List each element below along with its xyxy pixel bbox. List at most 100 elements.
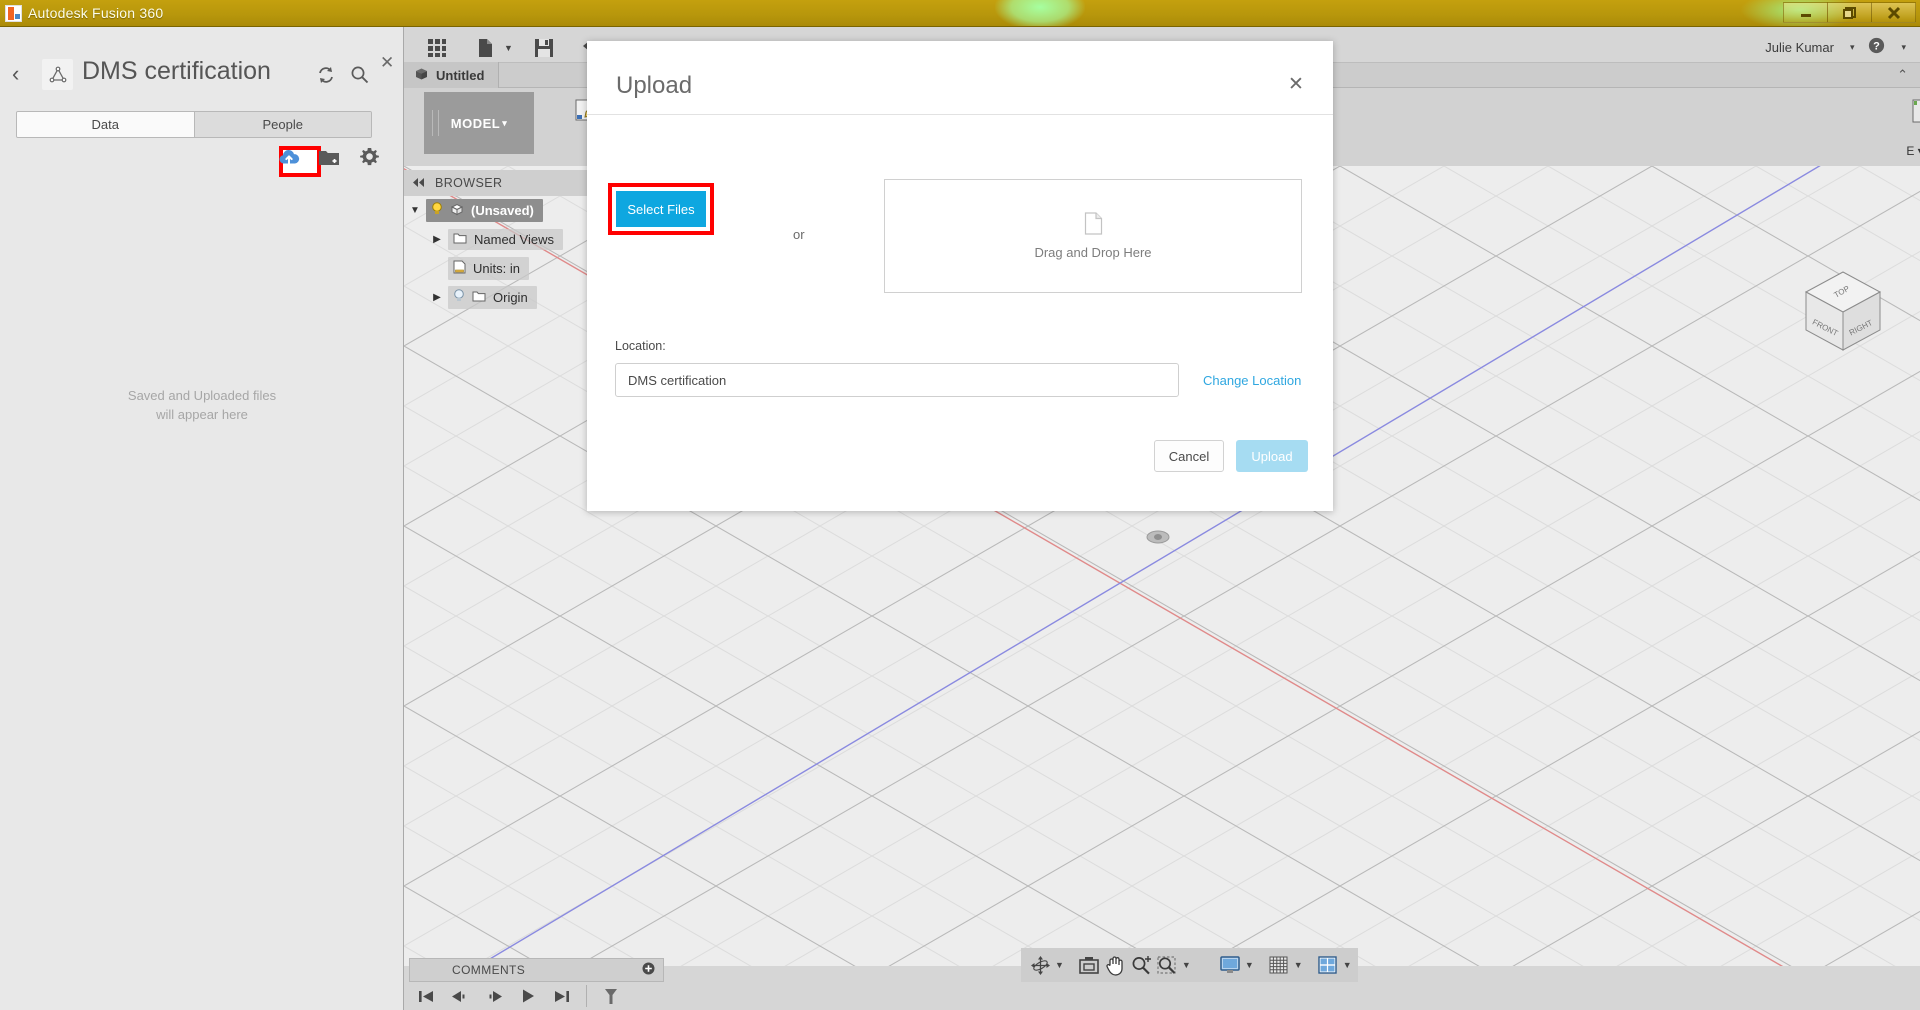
step-back-icon[interactable] xyxy=(446,985,474,1007)
play-icon[interactable] xyxy=(514,985,542,1007)
cube-icon xyxy=(450,203,464,219)
display-settings-icon[interactable] xyxy=(1217,952,1243,978)
window-title: Autodesk Fusion 360 xyxy=(28,5,164,21)
drag-and-drop-label: Drag and Drop Here xyxy=(1034,245,1152,260)
data-panel-tabs: Data People xyxy=(16,111,372,138)
tree-item-units[interactable]: Units: in xyxy=(404,254,594,283)
titlebar-glow-decoration xyxy=(995,0,1085,26)
viewports-caret-icon[interactable]: ▼ xyxy=(1343,960,1352,970)
document-tab-untitled[interactable]: Untitled xyxy=(404,62,500,88)
data-panel-actions xyxy=(277,145,381,169)
workspace-label: MODEL xyxy=(450,115,501,131)
tab-data[interactable]: Data xyxy=(17,112,194,137)
gear-icon[interactable] xyxy=(357,145,381,169)
chevron-left-icon[interactable]: ‹ xyxy=(12,63,19,85)
tab-people[interactable]: People xyxy=(193,112,371,137)
new-document-caret-icon[interactable]: ▼ xyxy=(504,43,513,53)
zoom-window-caret-icon[interactable]: ▼ xyxy=(1182,960,1191,970)
tree-item-label: Origin xyxy=(493,290,528,305)
look-at-icon[interactable] xyxy=(1076,952,1102,978)
plus-circle-icon[interactable] xyxy=(642,962,655,978)
close-icon[interactable]: ✕ xyxy=(380,54,394,71)
new-folder-icon[interactable] xyxy=(317,145,341,169)
display-settings-caret-icon[interactable]: ▼ xyxy=(1245,960,1254,970)
user-name-label[interactable]: Julie Kumar xyxy=(1765,40,1834,55)
help-caret-icon[interactable]: ▾ xyxy=(1901,42,1906,53)
zoom-magnifier-icon[interactable] xyxy=(1128,952,1154,978)
drag-and-drop-zone[interactable]: Drag and Drop Here xyxy=(884,179,1302,293)
tab-people-label: People xyxy=(262,117,303,132)
tree-item-origin[interactable]: ▶ Origin xyxy=(404,283,594,312)
nav-group-display: ▼ ▼ ▼ xyxy=(1210,948,1358,982)
chevron-up-icon[interactable]: ⌃ xyxy=(1897,67,1908,83)
timeline-marker-icon[interactable] xyxy=(597,985,625,1007)
viewports-icon[interactable] xyxy=(1315,952,1341,978)
nav-group-orbit: ▼ ▼ xyxy=(1021,948,1197,982)
expand-arrow-icon[interactable]: ▼ xyxy=(404,205,426,216)
browser-panel: BROWSER ▼ (Unsaved) ▶ Named Views Units:… xyxy=(404,170,594,312)
location-input[interactable] xyxy=(615,363,1179,397)
document-tab-label: Untitled xyxy=(436,67,485,83)
save-icon[interactable] xyxy=(527,31,561,65)
step-forward-icon[interactable] xyxy=(480,985,508,1007)
lightbulb-on-icon[interactable] xyxy=(431,202,443,219)
location-label: Location: xyxy=(615,339,666,353)
zoom-window-icon[interactable] xyxy=(1154,952,1180,978)
refresh-icon[interactable] xyxy=(316,65,336,90)
expand-arrow-icon[interactable]: ▶ xyxy=(426,234,448,245)
fusion-project-icon[interactable] xyxy=(42,59,73,90)
dialog-header xyxy=(587,41,1333,115)
search-icon[interactable] xyxy=(350,65,369,89)
tree-item-named-views[interactable]: ▶ Named Views xyxy=(404,225,594,254)
dialog-title: Upload xyxy=(616,72,693,99)
select-files-button[interactable]: Select Files xyxy=(616,191,706,227)
svg-text:?: ? xyxy=(1874,41,1881,53)
workspace-switcher-button[interactable]: MODEL ▾ xyxy=(424,92,534,154)
window-controls xyxy=(1783,2,1916,23)
restore-button[interactable] xyxy=(1827,2,1872,23)
timeline-divider xyxy=(586,985,587,1007)
orbit-icon[interactable] xyxy=(1027,952,1053,978)
folder-icon xyxy=(472,290,486,305)
grid-snaps-caret-icon[interactable]: ▼ xyxy=(1294,960,1303,970)
pan-hand-icon[interactable] xyxy=(1102,952,1128,978)
help-question-icon[interactable]: ? xyxy=(1868,37,1885,57)
user-caret-icon[interactable]: ▾ xyxy=(1850,42,1855,53)
go-to-end-icon[interactable] xyxy=(548,985,576,1007)
workspace-caret-icon[interactable]: ▾ xyxy=(502,118,507,129)
minimize-button[interactable] xyxy=(1783,2,1828,23)
grid-snaps-icon[interactable] xyxy=(1266,952,1292,978)
navigation-bar: ▼ ▼ ▼ ▼ ▼ xyxy=(1021,948,1358,982)
upload-cloud-icon[interactable] xyxy=(277,145,301,169)
close-button[interactable] xyxy=(1871,2,1916,23)
new-document-icon[interactable] xyxy=(468,31,502,65)
cancel-button[interactable]: Cancel xyxy=(1154,440,1224,472)
drag-grip-icon[interactable] xyxy=(432,110,439,136)
comments-bar[interactable]: COMMENTS xyxy=(409,958,664,982)
grid-apps-icon[interactable] xyxy=(420,31,454,65)
lightbulb-off-icon[interactable] xyxy=(453,289,465,306)
expand-arrow-icon[interactable]: ▶ xyxy=(426,292,448,303)
cube-icon xyxy=(414,67,429,84)
orbit-caret-icon[interactable]: ▼ xyxy=(1055,960,1064,970)
tree-item-label: Units: in xyxy=(473,261,520,276)
window-title-bar: Autodesk Fusion 360 xyxy=(0,0,1920,27)
dialog-close-icon[interactable]: ✕ xyxy=(1288,75,1894,94)
tree-item-unsaved[interactable]: ▼ (Unsaved) xyxy=(404,196,594,225)
view-cube[interactable]: TOP FRONT RIGHT xyxy=(1788,264,1898,356)
partial-ribbon-button[interactable]: E ▾ xyxy=(1890,88,1920,166)
upload-button[interactable]: Upload xyxy=(1236,440,1308,472)
or-separator-label: or xyxy=(793,227,805,242)
data-panel-header: ‹ DMS certification ✕ xyxy=(0,27,403,90)
change-location-link[interactable]: Change Location xyxy=(1203,373,1301,388)
timeline-bar xyxy=(404,982,1920,1010)
collapse-left-icon[interactable] xyxy=(412,176,425,190)
tab-data-label: Data xyxy=(91,117,119,132)
go-to-beginning-icon[interactable] xyxy=(412,985,440,1007)
browser-header: BROWSER xyxy=(404,170,594,196)
fusion360-logo-icon xyxy=(5,4,22,22)
file-document-icon xyxy=(1084,212,1103,240)
comments-label: COMMENTS xyxy=(452,963,526,977)
empty-message-line-2: will appear here xyxy=(156,406,248,422)
page-title: DMS certification xyxy=(82,57,271,85)
